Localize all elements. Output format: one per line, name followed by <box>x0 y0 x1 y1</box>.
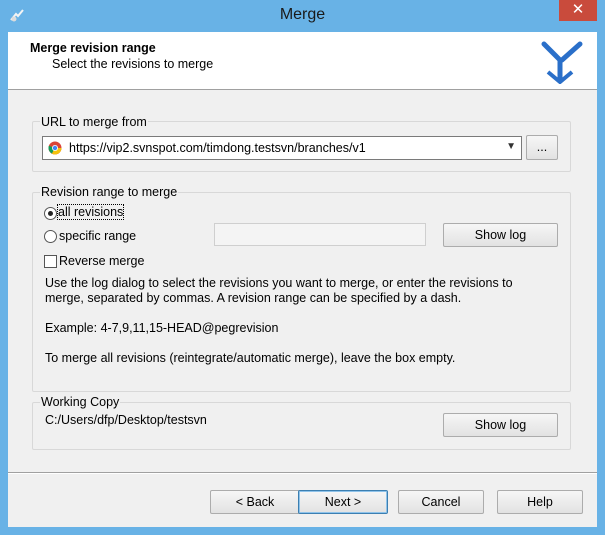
all-revisions-radio[interactable] <box>44 207 57 220</box>
url-group-title: URL to merge from <box>40 115 148 129</box>
working-copy-group-title: Working Copy <box>40 395 121 409</box>
chrome-icon <box>48 141 62 155</box>
merge-dialog: Merge ✕ Merge revision range Select the … <box>0 0 605 535</box>
url-combobox[interactable]: https://vip2.svnspot.com/timdong.testsvn… <box>42 136 522 160</box>
page-subtitle: Select the revisions to merge <box>52 57 214 71</box>
cancel-button[interactable]: Cancel <box>398 490 484 514</box>
close-icon: ✕ <box>571 1 585 18</box>
browse-url-button[interactable]: ... <box>526 135 558 160</box>
revision-range-input[interactable] <box>214 223 426 246</box>
empty-box-note: To merge all revisions (reintegrate/auto… <box>45 351 456 365</box>
window-title: Merge <box>279 6 326 23</box>
url-value: https://vip2.svnspot.com/timdong.testsvn… <box>69 141 366 155</box>
revision-range-group-title: Revision range to merge <box>40 185 179 199</box>
reverse-merge-label[interactable]: Reverse merge <box>59 254 144 268</box>
example-text: Example: 4-7,9,11,15-HEAD@pegrevision <box>45 321 279 335</box>
footer-separator <box>8 472 597 474</box>
specific-range-radio[interactable] <box>44 230 57 243</box>
specific-range-label[interactable]: specific range <box>59 229 136 243</box>
help-text-line1: Use the log dialog to select the revisio… <box>45 276 513 290</box>
wizard-header: Merge revision range Select the revision… <box>8 32 597 90</box>
next-button[interactable]: Next > <box>298 490 388 514</box>
close-button[interactable]: ✕ <box>559 0 597 21</box>
title-bar: Merge ✕ <box>0 0 605 32</box>
working-copy-show-log-button[interactable]: Show log <box>443 413 558 437</box>
help-text-line2: merge, separated by commas. A revision r… <box>45 291 462 305</box>
back-button[interactable]: < Back <box>210 490 300 514</box>
dialog-client-area: Merge revision range Select the revision… <box>8 32 597 527</box>
merge-logo-icon <box>541 41 583 84</box>
chevron-down-icon[interactable]: ▼ <box>506 141 516 152</box>
working-copy-path: C:/Users/dfp/Desktop/testsvn <box>45 413 207 427</box>
help-button[interactable]: Help <box>497 490 583 514</box>
show-log-button[interactable]: Show log <box>443 223 558 247</box>
page-title: Merge revision range <box>30 41 156 55</box>
reverse-merge-checkbox[interactable] <box>44 255 57 268</box>
all-revisions-label[interactable]: all revisions <box>56 204 125 220</box>
